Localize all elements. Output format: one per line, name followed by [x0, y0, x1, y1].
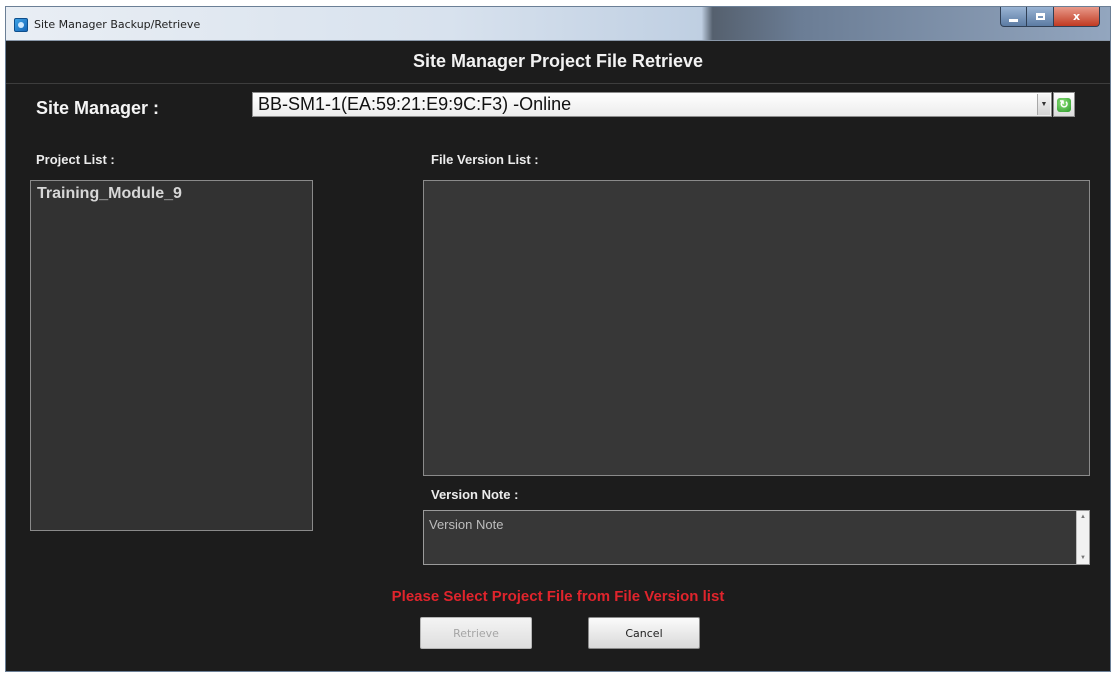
maximize-button[interactable]: [1027, 7, 1054, 27]
site-manager-selected-value: BB-SM1-1(EA:59:21:E9:9C:F3) -Online: [258, 94, 572, 114]
minimize-button[interactable]: [1000, 7, 1027, 27]
close-button[interactable]: x: [1054, 7, 1100, 27]
scroll-up-icon[interactable]: ▲: [1077, 514, 1089, 520]
window-title: Site Manager Backup/Retrieve: [34, 18, 201, 31]
app-icon: [14, 18, 28, 32]
version-note-field[interactable]: Version Note ▲ ▼: [423, 510, 1090, 565]
status-message: Please Select Project File from File Ver…: [391, 588, 725, 605]
project-list[interactable]: Training_Module_9: [30, 180, 313, 531]
retrieve-button[interactable]: Retrieve: [420, 617, 532, 649]
title-bar[interactable]: Site Manager Backup/Retrieve x: [6, 7, 1110, 41]
cancel-button[interactable]: Cancel: [588, 617, 700, 649]
site-manager-label: Site Manager :: [36, 98, 160, 118]
site-manager-select[interactable]: BB-SM1-1(EA:59:21:E9:9C:F3) -Online ▼: [252, 92, 1052, 117]
page-title: Site Manager Project File Retrieve: [6, 40, 1110, 84]
minimize-icon: [1009, 18, 1018, 22]
project-list-label: Project List :: [36, 152, 115, 167]
version-note-text: Version Note: [429, 517, 504, 532]
list-item[interactable]: Training_Module_9: [37, 185, 182, 203]
file-version-list[interactable]: [423, 180, 1090, 476]
file-version-list-label: File Version List :: [431, 152, 539, 167]
version-note-scrollbar[interactable]: ▲ ▼: [1076, 511, 1089, 564]
maximize-icon: [1035, 13, 1045, 20]
dropdown-arrow-icon[interactable]: ▼: [1037, 94, 1050, 115]
close-icon: x: [1072, 10, 1081, 23]
version-note-label: Version Note :: [431, 487, 519, 502]
refresh-button[interactable]: ↻: [1053, 92, 1075, 117]
refresh-icon: ↻: [1057, 97, 1071, 112]
scroll-down-icon[interactable]: ▼: [1077, 555, 1089, 561]
window-controls: x: [1000, 7, 1100, 29]
